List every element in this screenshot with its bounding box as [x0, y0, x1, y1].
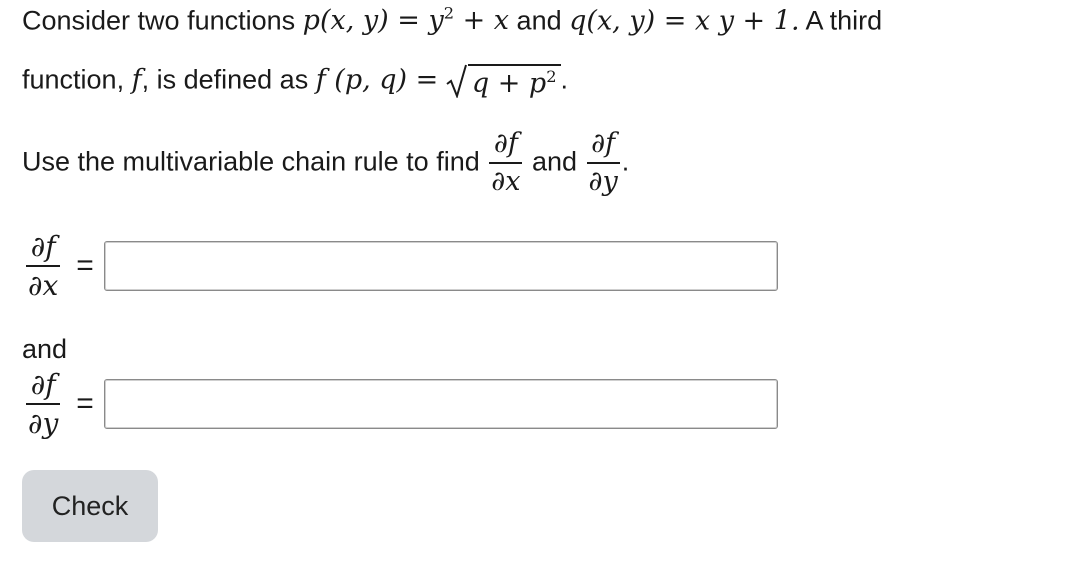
radicand: q + p2 — [467, 64, 561, 99]
check-button[interactable]: Check — [22, 470, 158, 542]
f-symbol: f — [131, 64, 142, 96]
p-function: p(x, y) = y2 + x — [302, 4, 510, 37]
fraction-bar — [586, 162, 620, 165]
dot: . — [621, 146, 630, 177]
q-function: q(x, y) = x y + 1. — [569, 5, 800, 37]
square-root: q + p2 — [446, 64, 561, 99]
answer-numerator: ∂f — [30, 368, 56, 401]
df-numerator: ∂f — [591, 128, 616, 159]
fraction-bar — [489, 162, 523, 165]
radical-sign-icon — [446, 65, 467, 99]
use-chain-rule-text: Use the multivariable chain rule to find — [22, 146, 480, 177]
p-exponent: 2 — [443, 4, 455, 23]
question-line-3: Use the multivariable chain rule to find… — [22, 128, 630, 198]
radicand-text: q + p — [471, 67, 547, 99]
equals-sign: = — [76, 387, 94, 421]
radicand-exponent: 2 — [546, 67, 557, 86]
and-text-1: and — [516, 5, 562, 36]
answer-numerator: ∂f — [30, 230, 56, 263]
answer-label-dy: ∂f ∂y — [26, 368, 61, 441]
fraction-bar — [26, 403, 61, 406]
df-numerator: ∂f — [493, 128, 518, 159]
period: . — [560, 64, 569, 95]
intro-text: Consider two functions — [22, 5, 296, 36]
df-dx-fraction: ∂f ∂x — [489, 128, 523, 198]
answer-row-dx: ∂f ∂x = — [24, 232, 778, 301]
a-third-text: A third — [805, 5, 883, 36]
p-function-base: p(x, y) = y — [302, 5, 444, 37]
defined-text: , is defined as — [141, 64, 309, 95]
df-dx-input[interactable] — [103, 241, 778, 292]
answer-label-dx: ∂f ∂x — [26, 230, 61, 303]
equals-sign: = — [76, 249, 94, 283]
question-line-2: function, f, is defined as f (p, q) = q … — [22, 64, 569, 99]
p-function-rest: + x — [454, 5, 510, 37]
df-dy-fraction: ∂f ∂y — [586, 128, 620, 198]
answer-row-dy: ∂f ∂y = — [24, 370, 778, 439]
df-dy-input[interactable] — [103, 379, 778, 430]
answer-denominator: ∂x — [28, 269, 59, 303]
dx-denominator: ∂x — [491, 166, 521, 198]
dy-denominator: ∂y — [588, 166, 618, 198]
function-text: function, — [22, 64, 125, 95]
and-text-2: and — [531, 146, 578, 177]
and-label: and — [22, 334, 68, 364]
fraction-bar — [26, 265, 61, 268]
question-line-1: Consider two functions p(x, y) = y2 + x … — [22, 4, 882, 36]
f-definition: f (p, q) = — [315, 64, 439, 96]
answer-denominator: ∂y — [28, 407, 59, 441]
